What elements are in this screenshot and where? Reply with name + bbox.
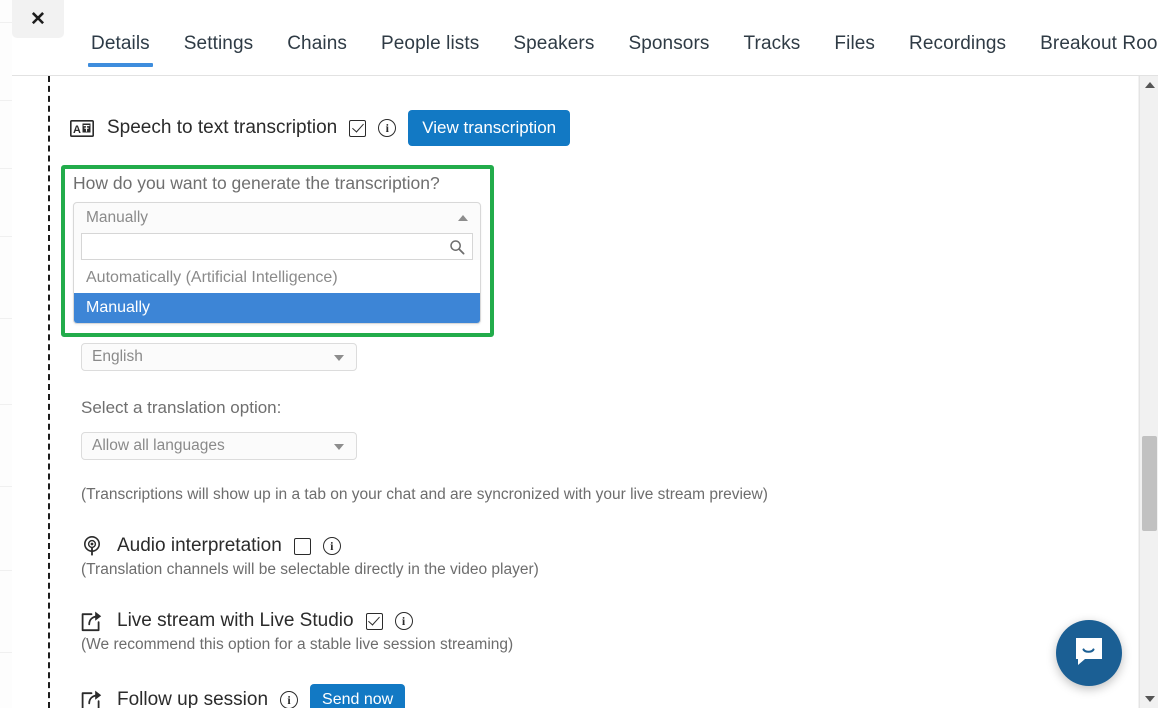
speech-to-text-info-icon[interactable]: i <box>378 119 397 137</box>
chevron-down-icon-2 <box>334 444 344 450</box>
share-stream-icon <box>79 608 105 634</box>
live-studio-info-icon[interactable]: i <box>394 612 413 630</box>
caret-up-icon <box>1144 82 1155 88</box>
dashed-separator <box>48 76 50 708</box>
transcription-note: (Transcriptions will show up in a tab on… <box>81 486 768 503</box>
follow-up-session-row: Follow up session i Send now <box>79 684 406 708</box>
translation-option-value: Allow all languages <box>92 437 225 454</box>
scroll-down-button[interactable] <box>1140 690 1158 708</box>
transcription-method-highlight: How do you want to generate the transcri… <box>61 165 494 337</box>
speech-to-text-row: A Speech to text transcription i View tr… <box>69 110 571 146</box>
close-button[interactable]: ✕ <box>12 0 64 38</box>
tab-settings[interactable]: Settings <box>167 0 270 76</box>
translation-option-label: Select a translation option: <box>81 398 282 417</box>
tab-breakout-rooms[interactable]: Breakout Rooms <box>1023 0 1158 76</box>
transcription-method-select[interactable]: Manually Automatically (Artificial Intel… <box>73 202 481 324</box>
share-stream-icon-2 <box>79 687 105 708</box>
transcription-language-value: English <box>92 348 143 365</box>
tab-tracks[interactable]: Tracks <box>727 0 818 76</box>
transcription-method-options: Automatically (Artificial Intelligence) M… <box>74 260 480 323</box>
transcription-language-select[interactable]: English <box>81 343 357 371</box>
chevron-up-icon <box>458 215 468 221</box>
close-icon: ✕ <box>30 8 46 30</box>
transcription-method-search-input[interactable] <box>82 234 472 259</box>
audio-interpretation-label: Audio interpretation <box>117 535 282 556</box>
tab-bar: Details Settings Chains People lists Speaker… <box>74 0 1158 76</box>
transcription-method-search-wrap <box>81 233 473 260</box>
scroll-up-button[interactable] <box>1140 76 1158 94</box>
live-studio-note: (We recommend this option for a stable l… <box>81 636 514 653</box>
transcription-method-current-value[interactable]: Manually <box>74 203 480 233</box>
tab-details[interactable]: Details <box>74 0 167 76</box>
transcription-method-option[interactable]: Manually <box>74 293 480 323</box>
app-window: Details Settings Chains People lists Speaker… <box>0 0 1158 708</box>
tab-recordings[interactable]: Recordings <box>892 0 1023 76</box>
speech-to-text-checkbox[interactable] <box>349 119 367 137</box>
audio-interpretation-row: Audio interpretation i <box>79 533 341 559</box>
caret-down-icon <box>1144 696 1155 702</box>
live-studio-label: Live stream with Live Studio <box>117 610 354 631</box>
translate-icon: A <box>69 115 95 141</box>
tab-sponsors[interactable]: Sponsors <box>611 0 726 76</box>
chevron-down-icon <box>334 355 344 361</box>
audio-interpretation-checkbox[interactable] <box>293 537 311 555</box>
tab-files[interactable]: Files <box>817 0 892 76</box>
svg-text:A: A <box>73 124 81 136</box>
tab-people-lists[interactable]: People lists <box>364 0 496 76</box>
transcription-method-question: How do you want to generate the transcri… <box>73 173 440 193</box>
vertical-scrollbar[interactable] <box>1139 76 1158 708</box>
transcription-method-selected-text: Manually <box>86 209 149 226</box>
transcription-method-option[interactable]: Automatically (Artificial Intelligence) <box>74 263 480 293</box>
send-now-button[interactable]: Send now <box>310 684 406 708</box>
audio-interpretation-info-icon[interactable]: i <box>322 537 341 555</box>
intercom-launcher-button[interactable] <box>1056 620 1122 686</box>
live-studio-row: Live stream with Live Studio i <box>79 608 413 634</box>
live-studio-checkbox[interactable] <box>365 612 383 630</box>
translation-option-select[interactable]: Allow all languages <box>81 432 357 460</box>
follow-up-session-label: Follow up session <box>117 689 269 708</box>
modal-header: Details Settings Chains People lists Speaker… <box>12 0 1158 76</box>
tab-chains[interactable]: Chains <box>270 0 364 76</box>
view-transcription-button[interactable]: View transcription <box>408 110 571 146</box>
microphone-broadcast-icon <box>79 533 105 559</box>
scrollbar-thumb[interactable] <box>1142 436 1157 531</box>
tab-speakers[interactable]: Speakers <box>496 0 611 76</box>
chat-bubble-icon <box>1072 635 1106 672</box>
follow-up-info-icon[interactable]: i <box>280 691 299 708</box>
speech-to-text-label: Speech to text transcription <box>107 117 338 138</box>
audio-interpretation-note: (Translation channels will be selectable… <box>81 561 539 578</box>
